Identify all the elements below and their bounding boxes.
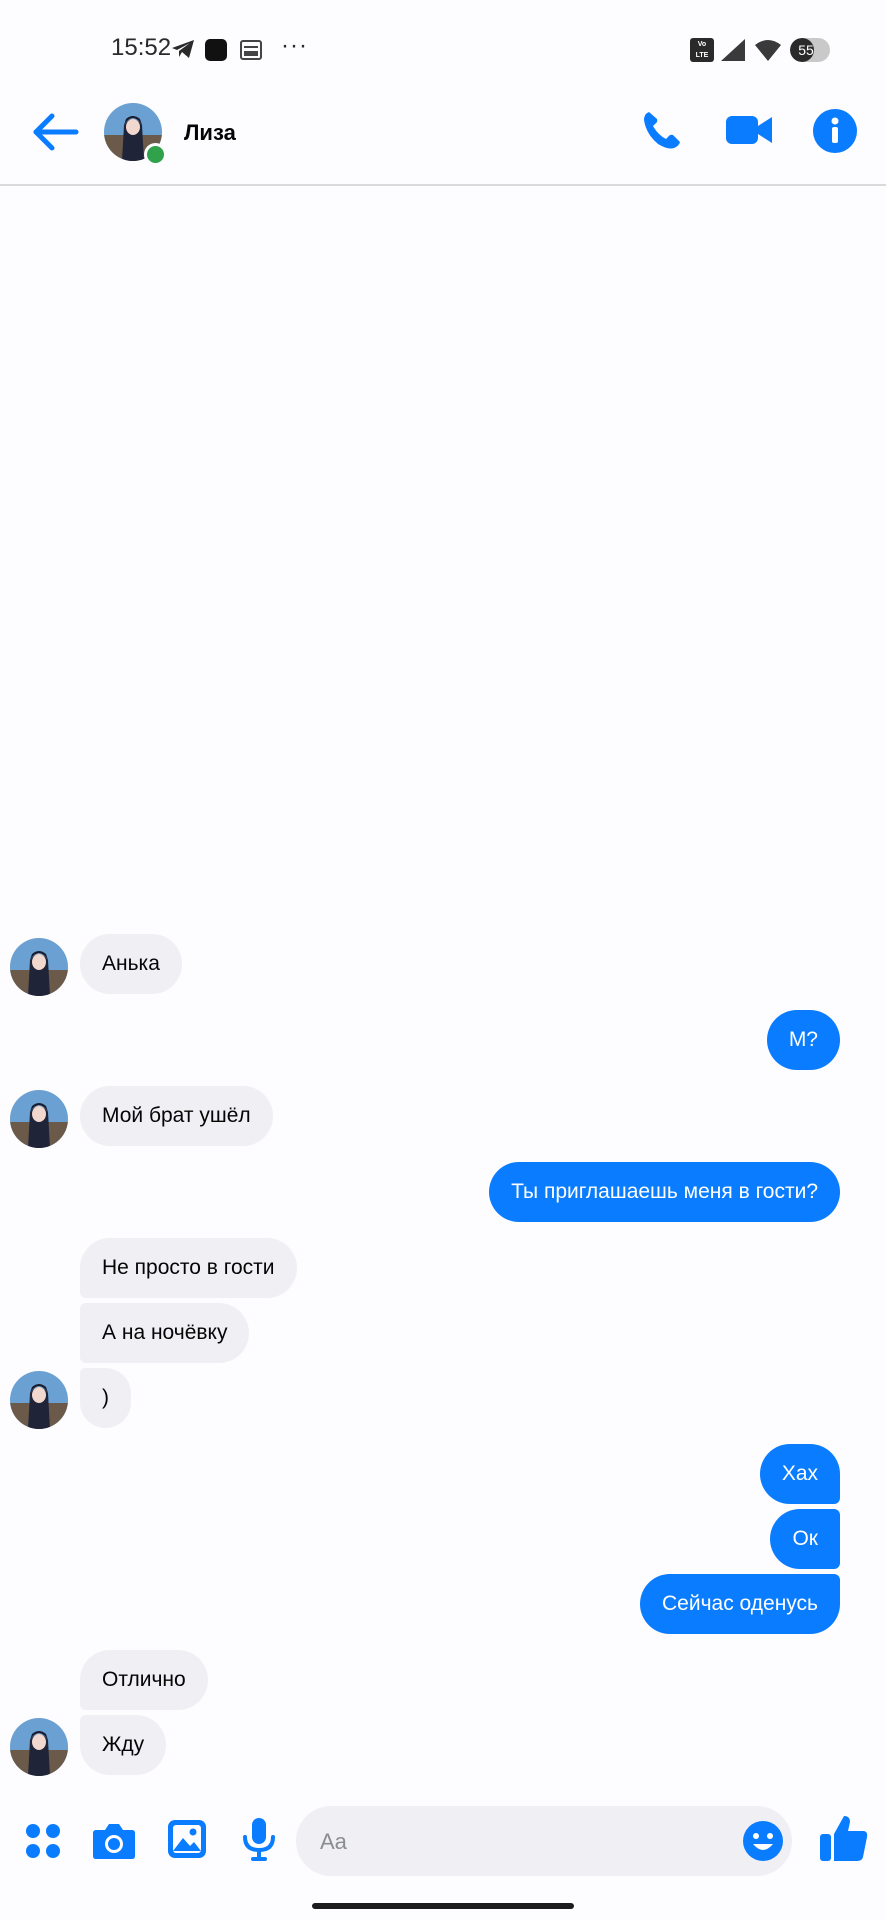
sender-avatar[interactable] bbox=[10, 1718, 68, 1776]
status-bar: 15:52 ··· Vo LTE 55 bbox=[0, 0, 886, 100]
apps-grid-icon[interactable] bbox=[24, 1822, 62, 1860]
volte-top-text: Vo bbox=[697, 41, 707, 48]
message-bubble-incoming[interactable]: Анька bbox=[80, 934, 182, 994]
phone-icon[interactable] bbox=[640, 108, 684, 152]
app-square-icon bbox=[205, 39, 227, 61]
message-bubble-incoming[interactable]: Не просто в гости bbox=[80, 1238, 297, 1298]
message-input[interactable] bbox=[318, 1806, 722, 1878]
online-status-dot bbox=[144, 143, 167, 166]
hd-icon bbox=[240, 40, 262, 60]
signal-icon bbox=[721, 39, 745, 61]
sender-avatar[interactable] bbox=[10, 1371, 68, 1429]
message-bubble-incoming[interactable]: А на ночёвку bbox=[80, 1303, 250, 1363]
message-bubble-outgoing[interactable]: М? bbox=[766, 1010, 840, 1070]
info-icon[interactable] bbox=[812, 108, 858, 154]
volte-bottom-text: LTE bbox=[695, 52, 709, 59]
status-time: 15:52 bbox=[111, 34, 172, 61]
more-dots-icon: ··· bbox=[281, 32, 308, 59]
microphone-icon[interactable] bbox=[240, 1816, 278, 1862]
video-camera-icon[interactable] bbox=[724, 110, 774, 150]
home-indicator[interactable] bbox=[312, 1903, 574, 1909]
message-bubble-outgoing[interactable]: Ты приглашаешь меня в гости? bbox=[489, 1162, 840, 1222]
sender-avatar[interactable] bbox=[10, 938, 68, 996]
message-bubble-incoming[interactable]: Отлично bbox=[80, 1650, 208, 1710]
message-bubble-incoming[interactable]: Мой брат ушёл bbox=[80, 1086, 273, 1146]
battery-icon: 55 bbox=[790, 38, 830, 62]
thumbs-up-icon[interactable] bbox=[818, 1812, 870, 1864]
message-bubble-incoming[interactable]: ) bbox=[80, 1368, 131, 1428]
camera-icon[interactable] bbox=[92, 1820, 136, 1860]
sender-avatar[interactable] bbox=[10, 1090, 68, 1148]
battery-level: 55 bbox=[798, 42, 814, 58]
image-icon[interactable] bbox=[166, 1818, 208, 1860]
message-bubble-outgoing[interactable]: Сейчас оденусь bbox=[640, 1574, 840, 1634]
message-input-container[interactable] bbox=[296, 1806, 792, 1878]
message-bubble-incoming[interactable]: Жду bbox=[80, 1715, 167, 1775]
message-bubble-outgoing[interactable]: Хах bbox=[759, 1444, 840, 1504]
wifi-icon bbox=[755, 40, 781, 61]
emoji-icon[interactable] bbox=[742, 1820, 784, 1862]
message-bubble-outgoing[interactable]: Ок bbox=[770, 1509, 840, 1569]
telegram-icon bbox=[172, 40, 194, 58]
volte-label: Vo LTE bbox=[690, 38, 714, 63]
contact-name[interactable]: Лиза bbox=[184, 120, 236, 146]
back-arrow-icon[interactable] bbox=[28, 110, 82, 154]
